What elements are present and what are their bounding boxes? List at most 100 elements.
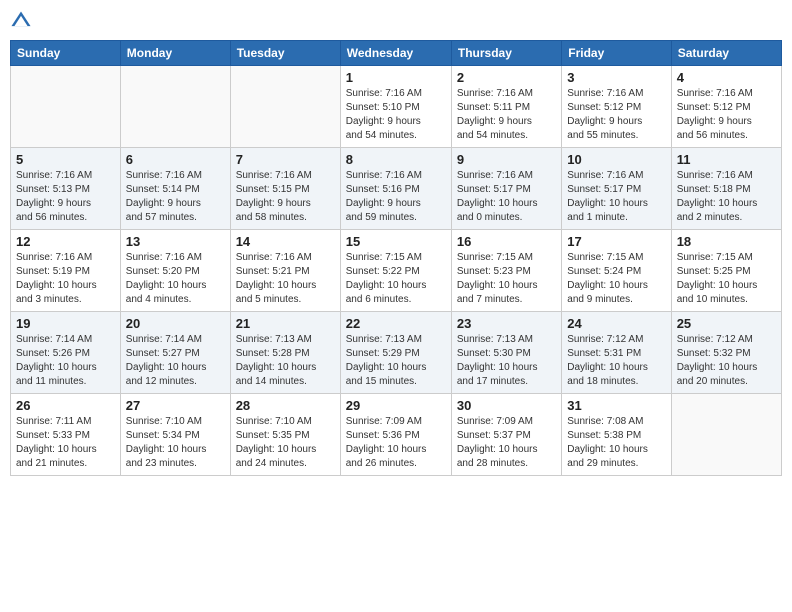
day-info: Sunrise: 7:15 AM Sunset: 5:23 PM Dayligh…	[457, 251, 556, 307]
day-number: 18	[677, 234, 776, 249]
calendar-cell: 10 Sunrise: 7:16 AM Sunset: 5:17 PM Dayli…	[562, 148, 671, 230]
day-info: Sunrise: 7:16 AM Sunset: 5:10 PM Dayligh…	[346, 87, 446, 143]
day-number: 26	[16, 398, 115, 413]
weekday-header-sunday: Sunday	[11, 41, 121, 66]
day-number: 17	[567, 234, 665, 249]
calendar-cell: 7Sunrise: 7:16 AM Sunset: 5:15 PM Daylig…	[230, 148, 340, 230]
calendar-cell: 13 Sunrise: 7:16 AM Sunset: 5:20 PM Dayli…	[120, 230, 230, 312]
day-number: 2	[457, 70, 556, 85]
calendar-cell: 1 Sunrise: 7:16 AM Sunset: 5:10 PM Daylig…	[340, 66, 451, 148]
calendar-cell: 14Sunrise: 7:16 AM Sunset: 5:21 PM Dayli…	[230, 230, 340, 312]
day-info: Sunrise: 7:16 AM Sunset: 5:12 PM Dayligh…	[677, 87, 776, 143]
day-number: 21	[236, 316, 335, 331]
weekday-header-thursday: Thursday	[451, 41, 561, 66]
day-info: Sunrise: 7:16 AM Sunset: 5:12 PM Dayligh…	[567, 87, 665, 143]
day-number: 24	[567, 316, 665, 331]
calendar-cell: 26 Sunrise: 7:11 AM Sunset: 5:33 PM Dayli…	[11, 394, 121, 476]
calendar-cell: 24 Sunrise: 7:12 AM Sunset: 5:31 PM Dayli…	[562, 312, 671, 394]
day-number: 28	[236, 398, 335, 413]
day-info: Sunrise: 7:16 AM Sunset: 5:18 PM Dayligh…	[677, 169, 776, 225]
calendar-cell: 16 Sunrise: 7:15 AM Sunset: 5:23 PM Dayli…	[451, 230, 561, 312]
day-info: Sunrise: 7:10 AM Sunset: 5:34 PM Dayligh…	[126, 415, 225, 471]
day-info: Sunrise: 7:16 AM Sunset: 5:11 PM Dayligh…	[457, 87, 556, 143]
day-number: 31	[567, 398, 665, 413]
calendar-week-row: 26 Sunrise: 7:11 AM Sunset: 5:33 PM Dayli…	[11, 394, 782, 476]
day-number: 1	[346, 70, 446, 85]
day-number: 8	[346, 152, 446, 167]
day-info: Sunrise: 7:13 AM Sunset: 5:29 PM Dayligh…	[346, 333, 446, 389]
calendar-cell: 19Sunrise: 7:14 AM Sunset: 5:26 PM Dayli…	[11, 312, 121, 394]
calendar-cell: 12 Sunrise: 7:16 AM Sunset: 5:19 PM Dayli…	[11, 230, 121, 312]
day-info: Sunrise: 7:16 AM Sunset: 5:17 PM Dayligh…	[457, 169, 556, 225]
day-info: Sunrise: 7:08 AM Sunset: 5:38 PM Dayligh…	[567, 415, 665, 471]
day-info: Sunrise: 7:10 AM Sunset: 5:35 PM Dayligh…	[236, 415, 335, 471]
day-info: Sunrise: 7:15 AM Sunset: 5:25 PM Dayligh…	[677, 251, 776, 307]
day-info: Sunrise: 7:16 AM Sunset: 5:16 PM Dayligh…	[346, 169, 446, 225]
calendar-cell: 27 Sunrise: 7:10 AM Sunset: 5:34 PM Dayli…	[120, 394, 230, 476]
calendar-cell: 28 Sunrise: 7:10 AM Sunset: 5:35 PM Dayli…	[230, 394, 340, 476]
day-info: Sunrise: 7:16 AM Sunset: 5:17 PM Dayligh…	[567, 169, 665, 225]
day-number: 12	[16, 234, 115, 249]
calendar-cell: 8 Sunrise: 7:16 AM Sunset: 5:16 PM Daylig…	[340, 148, 451, 230]
calendar-week-row: 19Sunrise: 7:14 AM Sunset: 5:26 PM Dayli…	[11, 312, 782, 394]
day-info: Sunrise: 7:09 AM Sunset: 5:36 PM Dayligh…	[346, 415, 446, 471]
day-info: Sunrise: 7:12 AM Sunset: 5:32 PM Dayligh…	[677, 333, 776, 389]
calendar-cell: 23 Sunrise: 7:13 AM Sunset: 5:30 PM Dayli…	[451, 312, 561, 394]
day-info: Sunrise: 7:15 AM Sunset: 5:24 PM Dayligh…	[567, 251, 665, 307]
calendar-cell: 4 Sunrise: 7:16 AM Sunset: 5:12 PM Daylig…	[671, 66, 781, 148]
calendar-cell	[230, 66, 340, 148]
logo	[10, 10, 34, 32]
calendar-cell: 22 Sunrise: 7:13 AM Sunset: 5:29 PM Dayli…	[340, 312, 451, 394]
day-info: Sunrise: 7:13 AM Sunset: 5:30 PM Dayligh…	[457, 333, 556, 389]
calendar-cell: 29 Sunrise: 7:09 AM Sunset: 5:36 PM Dayli…	[340, 394, 451, 476]
day-number: 13	[126, 234, 225, 249]
day-number: 23	[457, 316, 556, 331]
calendar-cell: 5 Sunrise: 7:16 AM Sunset: 5:13 PM Daylig…	[11, 148, 121, 230]
calendar-week-row: 1 Sunrise: 7:16 AM Sunset: 5:10 PM Daylig…	[11, 66, 782, 148]
calendar-cell: 2 Sunrise: 7:16 AM Sunset: 5:11 PM Daylig…	[451, 66, 561, 148]
weekday-header-tuesday: Tuesday	[230, 41, 340, 66]
calendar-cell: 21Sunrise: 7:13 AM Sunset: 5:28 PM Dayli…	[230, 312, 340, 394]
calendar-cell: 18 Sunrise: 7:15 AM Sunset: 5:25 PM Dayli…	[671, 230, 781, 312]
day-number: 19	[16, 316, 115, 331]
weekday-header-wednesday: Wednesday	[340, 41, 451, 66]
logo-icon	[10, 10, 32, 32]
day-info: Sunrise: 7:16 AM Sunset: 5:19 PM Dayligh…	[16, 251, 115, 307]
calendar-cell	[11, 66, 121, 148]
calendar-week-row: 12 Sunrise: 7:16 AM Sunset: 5:19 PM Dayli…	[11, 230, 782, 312]
day-info: Sunrise: 7:11 AM Sunset: 5:33 PM Dayligh…	[16, 415, 115, 471]
day-number: 4	[677, 70, 776, 85]
calendar-table: SundayMondayTuesdayWednesdayThursdayFrid…	[10, 40, 782, 476]
weekday-header-friday: Friday	[562, 41, 671, 66]
calendar-cell: 30Sunrise: 7:09 AM Sunset: 5:37 PM Dayli…	[451, 394, 561, 476]
calendar-cell: 31 Sunrise: 7:08 AM Sunset: 5:38 PM Dayli…	[562, 394, 671, 476]
day-number: 29	[346, 398, 446, 413]
day-number: 6	[126, 152, 225, 167]
header	[10, 10, 782, 32]
calendar-cell: 17 Sunrise: 7:15 AM Sunset: 5:24 PM Dayli…	[562, 230, 671, 312]
weekday-header-row: SundayMondayTuesdayWednesdayThursdayFrid…	[11, 41, 782, 66]
day-number: 20	[126, 316, 225, 331]
day-number: 5	[16, 152, 115, 167]
calendar-week-row: 5 Sunrise: 7:16 AM Sunset: 5:13 PM Daylig…	[11, 148, 782, 230]
day-number: 22	[346, 316, 446, 331]
weekday-header-saturday: Saturday	[671, 41, 781, 66]
day-number: 27	[126, 398, 225, 413]
day-info: Sunrise: 7:14 AM Sunset: 5:27 PM Dayligh…	[126, 333, 225, 389]
day-number: 16	[457, 234, 556, 249]
day-info: Sunrise: 7:16 AM Sunset: 5:21 PM Dayligh…	[236, 251, 335, 307]
day-number: 30	[457, 398, 556, 413]
calendar-cell: 15Sunrise: 7:15 AM Sunset: 5:22 PM Dayli…	[340, 230, 451, 312]
calendar-cell: 11Sunrise: 7:16 AM Sunset: 5:18 PM Dayli…	[671, 148, 781, 230]
day-number: 9	[457, 152, 556, 167]
day-info: Sunrise: 7:12 AM Sunset: 5:31 PM Dayligh…	[567, 333, 665, 389]
day-info: Sunrise: 7:16 AM Sunset: 5:20 PM Dayligh…	[126, 251, 225, 307]
day-number: 25	[677, 316, 776, 331]
calendar-cell: 9 Sunrise: 7:16 AM Sunset: 5:17 PM Daylig…	[451, 148, 561, 230]
day-number: 15	[346, 234, 446, 249]
day-number: 3	[567, 70, 665, 85]
day-info: Sunrise: 7:16 AM Sunset: 5:13 PM Dayligh…	[16, 169, 115, 225]
day-number: 10	[567, 152, 665, 167]
calendar-cell: 25 Sunrise: 7:12 AM Sunset: 5:32 PM Dayli…	[671, 312, 781, 394]
calendar-cell	[671, 394, 781, 476]
